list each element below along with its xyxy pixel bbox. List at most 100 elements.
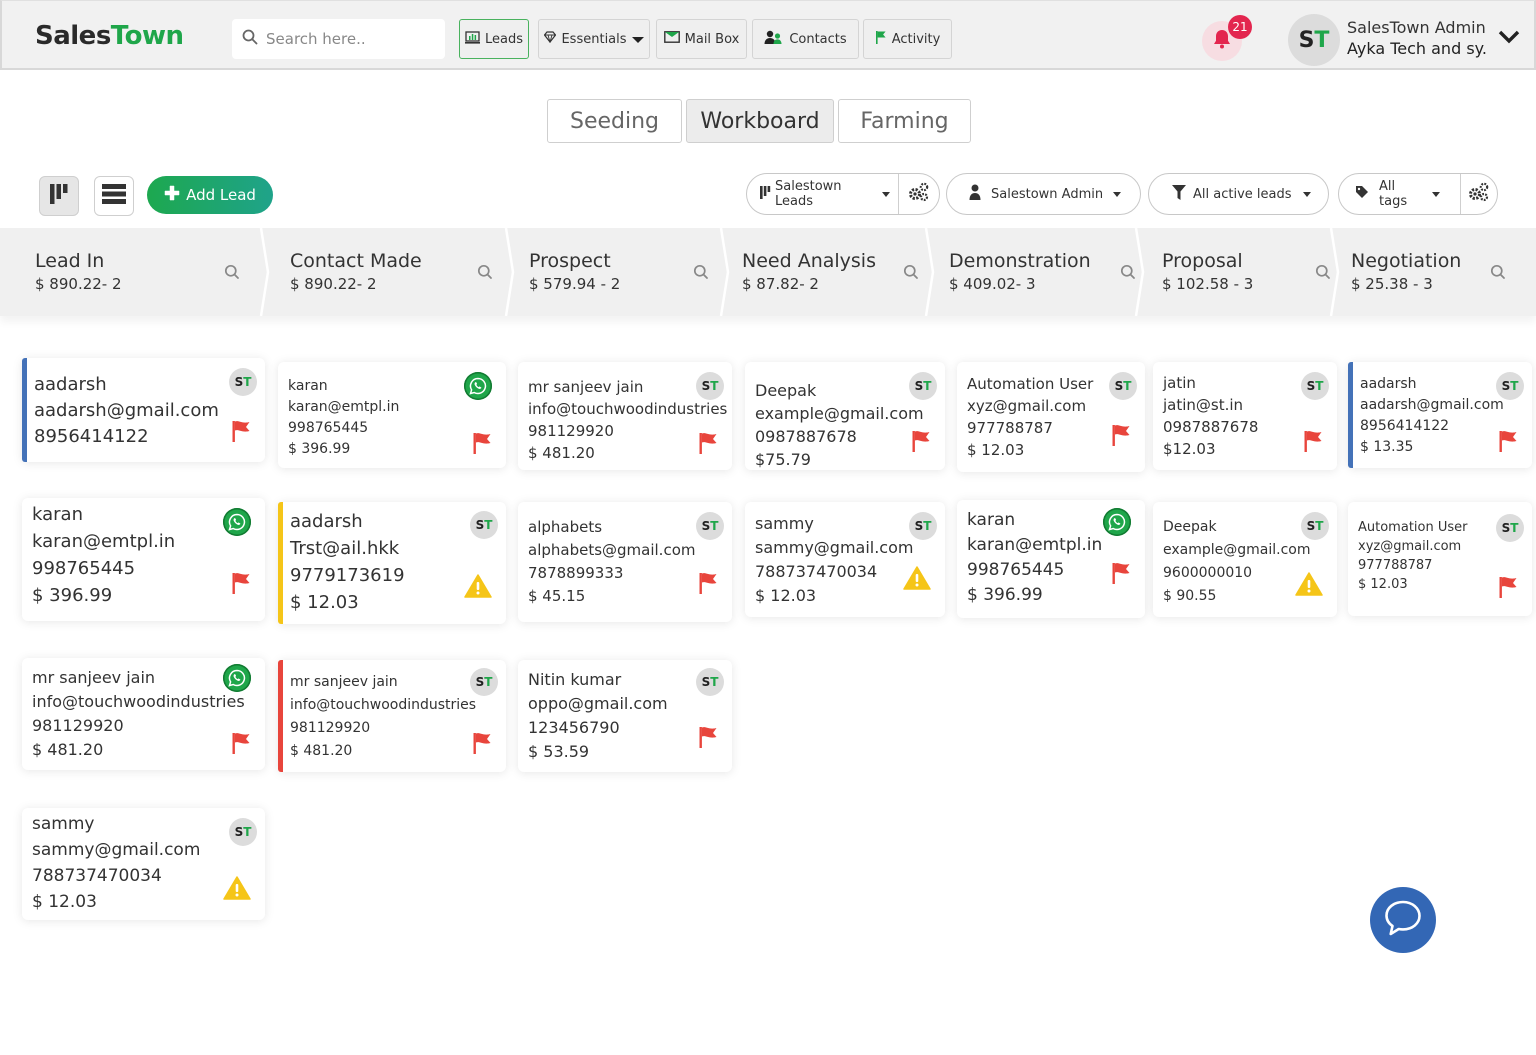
lead-card[interactable]: karan karan@emtpl.in 998765445 $ 396.99 (22, 498, 265, 621)
lead-email: jatin@st.in (1163, 396, 1244, 414)
lead-card[interactable]: sammy sammy@gmail.com 788737470034 $ 12.03 S… (745, 502, 945, 617)
stage-column-header: Need Analysis $ 87.82- 2 (725, 228, 930, 316)
stage-summary: $ 579.94 - 2 (529, 275, 621, 293)
owner-avatar-st: ST (1496, 372, 1524, 400)
lead-card[interactable]: karan karan@emtpl.in 998765445 $ 396.99 (278, 362, 506, 468)
lead-email: aadarsh@gmail.com (34, 400, 219, 421)
user-icon (969, 184, 981, 204)
tags-select[interactable]: All tags (1339, 174, 1460, 214)
lead-name: karan (32, 504, 83, 525)
app-logo[interactable]: SalesTown (35, 21, 184, 51)
red-flag-icon[interactable] (1111, 562, 1131, 588)
diamond-icon (544, 31, 557, 47)
chat-button[interactable] (1370, 887, 1436, 953)
user-avatar[interactable]: ST (1288, 14, 1340, 66)
stage-search-icon[interactable] (477, 264, 493, 284)
kanban-icon (49, 183, 69, 209)
pipeline-filter-group: Salestown Leads (746, 173, 940, 215)
whatsapp-icon[interactable] (464, 372, 492, 400)
lead-amount: $ 12.03 (32, 892, 97, 912)
red-flag-icon[interactable] (1303, 430, 1323, 456)
tags-settings-button[interactable] (1461, 174, 1497, 214)
nav-leads-label: Leads (484, 31, 523, 47)
lead-card[interactable]: Deepak example@gmail.com 9600000010 $ 90.55… (1153, 502, 1337, 617)
red-flag-icon[interactable] (1111, 424, 1131, 450)
red-flag-icon[interactable] (1498, 430, 1518, 456)
red-flag-icon[interactable] (698, 432, 718, 458)
lead-card[interactable]: alphabets alphabets@gmail.com 7878899333 $ … (518, 502, 732, 622)
list-view-button[interactable] (94, 176, 134, 216)
lead-phone: 8956414122 (1360, 418, 1450, 434)
owner-select[interactable]: Salestown Admin (947, 174, 1131, 214)
tab-workboard[interactable]: Workboard (686, 99, 834, 143)
stage-search-icon[interactable] (224, 264, 240, 284)
lead-card[interactable]: jatin jatin@st.in 0987887678 $12.03 S T (1153, 362, 1337, 470)
red-flag-icon[interactable] (231, 572, 251, 598)
red-flag-icon[interactable] (698, 726, 718, 752)
caret-down-icon (1302, 191, 1311, 197)
red-flag-icon[interactable] (472, 432, 492, 458)
lead-card[interactable]: mr sanjeev jain info@touchwoodindustries 9… (22, 658, 265, 770)
lead-name: Automation User (1358, 520, 1468, 535)
lead-amount: $ 396.99 (288, 441, 351, 457)
nav-leads-button[interactable]: Leads (459, 19, 529, 59)
lead-card[interactable]: sammy sammy@gmail.com 788737470034 $ 12.03 S… (22, 808, 265, 920)
lead-name: mr sanjeev jain (528, 378, 644, 396)
lead-card[interactable]: Automation User xyz@gmail.com 977788787 $ 1… (1348, 502, 1532, 616)
chevron-down-icon[interactable] (1498, 29, 1520, 49)
lead-card[interactable]: aadarsh aadarsh@gmail.com 8956414122 S T (22, 358, 265, 462)
nav-activity-button[interactable]: Activity (863, 19, 952, 59)
lead-amount: $ 13.35 (1360, 439, 1414, 455)
lead-card[interactable]: aadarsh Trst@ail.hkk 9779173619 $ 12.03 S T (278, 502, 506, 624)
stage-search-icon[interactable] (1490, 264, 1506, 284)
pipeline-select[interactable]: Salestown Leads (747, 174, 898, 214)
lead-card[interactable]: Deepak example@gmail.com 0987887678 $75.79 S… (745, 362, 945, 470)
red-flag-icon[interactable] (231, 420, 251, 446)
lead-card[interactable]: Nitin kumar oppo@gmail.com 123456790 $ 53.5… (518, 660, 732, 772)
status-filter[interactable]: All active leads (1148, 173, 1329, 215)
kanban-view-button[interactable] (39, 176, 79, 216)
add-lead-button[interactable]: Add Lead (147, 176, 273, 214)
nav-contacts-label: Contacts (789, 31, 847, 47)
red-flag-icon[interactable] (472, 732, 492, 758)
stage-column-header: Demonstration $ 409.02- 3 (930, 228, 1140, 316)
chart-monitor-icon (464, 30, 480, 48)
stage-separator (504, 227, 516, 317)
lead-card[interactable]: mr sanjeev jain info@touchwoodindustries 9… (518, 362, 732, 470)
status-select[interactable]: All active leads (1149, 174, 1321, 214)
red-flag-icon[interactable] (231, 732, 251, 758)
lead-amount: $ 45.15 (528, 587, 586, 605)
nav-contacts-button[interactable]: Contacts (752, 19, 859, 59)
whatsapp-icon[interactable] (223, 508, 251, 536)
lead-card[interactable]: mr sanjeev jain info@touchwoodindustries 9… (278, 660, 506, 772)
lead-phone: 0987887678 (1163, 418, 1259, 436)
plus-icon (164, 185, 180, 205)
tab-farming[interactable]: Farming (838, 99, 971, 143)
lead-email: aadarsh@gmail.com (1360, 397, 1504, 413)
warning-icon (1295, 572, 1323, 600)
lead-card[interactable]: aadarsh aadarsh@gmail.com 8956414122 $ 13.3… (1348, 362, 1532, 468)
owner-avatar-st: ST (470, 511, 498, 539)
lead-amount: $ 90.55 (1163, 588, 1217, 604)
pipeline-settings-button[interactable] (899, 174, 939, 214)
stage-search-icon[interactable] (903, 264, 919, 284)
pipeline-select-label: Salestown Leads (775, 179, 842, 209)
nav-mailbox-button[interactable]: Mail Box (656, 19, 747, 59)
red-flag-icon[interactable] (1498, 576, 1518, 602)
red-flag-icon[interactable] (698, 572, 718, 598)
whatsapp-icon[interactable] (1103, 508, 1131, 536)
stage-summary: $ 409.02- 3 (949, 275, 1036, 293)
lead-phone: 9779173619 (290, 565, 405, 586)
search-input[interactable] (266, 30, 436, 48)
nav-essentials-dropdown[interactable]: Essentials (538, 19, 650, 59)
red-flag-icon[interactable] (911, 430, 931, 456)
tab-seeding[interactable]: Seeding (547, 99, 682, 143)
owner-filter[interactable]: Salestown Admin (946, 173, 1141, 215)
lead-amount: $ 481.20 (32, 740, 104, 759)
stage-search-icon[interactable] (693, 264, 709, 284)
search-box[interactable] (232, 19, 445, 59)
lead-card[interactable]: karan karan@emtpl.in 998765445 $ 396.99 (957, 500, 1145, 618)
nav-mailbox-label: Mail Box (684, 31, 740, 47)
lead-card[interactable]: Automation User xyz@gmail.com 977788787 $ 1… (957, 362, 1145, 472)
whatsapp-icon[interactable] (223, 664, 251, 692)
